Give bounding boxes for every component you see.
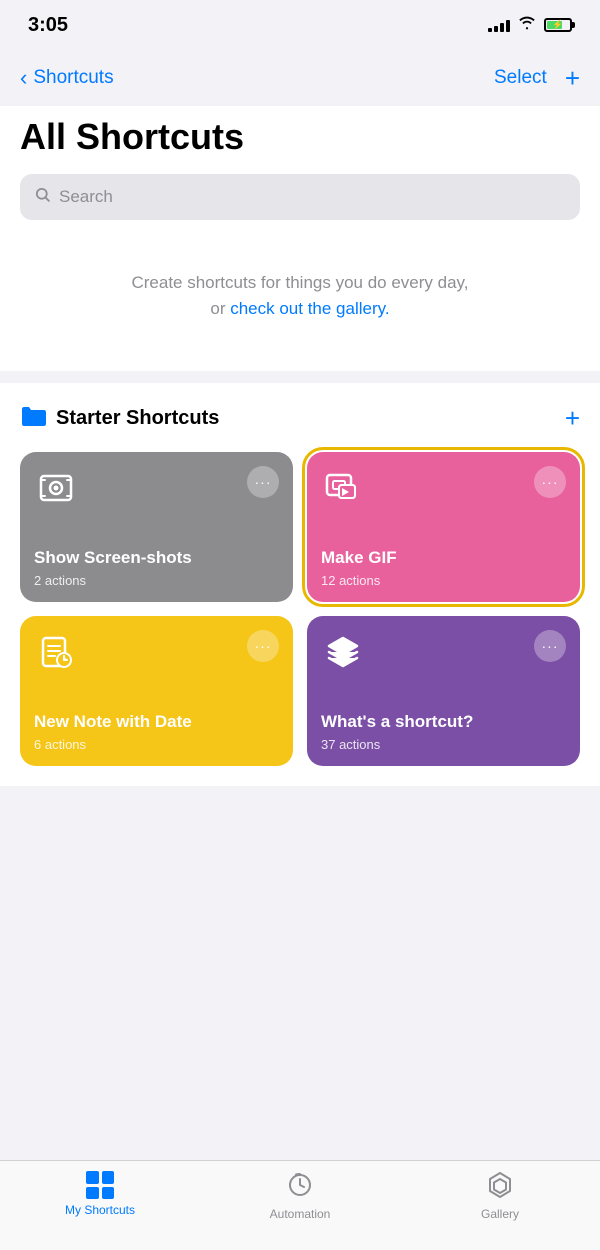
card-top: ··· xyxy=(34,466,279,510)
card-bottom: New Note with Date 6 actions xyxy=(34,711,279,752)
status-icons: ⚡ xyxy=(488,16,572,35)
shortcut-card-new-note-date[interactable]: ··· New Note with Date 6 actions xyxy=(20,616,293,766)
tab-gallery[interactable]: Gallery xyxy=(400,1171,600,1221)
card-top: ··· xyxy=(321,630,566,674)
gif-icon xyxy=(321,466,365,510)
section-add-button[interactable]: + xyxy=(565,403,580,434)
empty-state: Create shortcuts for things you do every… xyxy=(20,240,580,351)
nav-actions: Select + xyxy=(494,63,580,94)
signal-icon xyxy=(488,18,510,32)
shortcuts-grid: ··· Show Screen-shots 2 actions xyxy=(20,452,580,766)
section-title-group: Starter Shortcuts xyxy=(20,405,219,433)
card-bottom: What's a shortcut? 37 actions xyxy=(321,711,566,752)
gallery-link[interactable]: check out the gallery. xyxy=(230,299,389,318)
gallery-icon xyxy=(486,1171,514,1203)
status-bar: 3:05 ⚡ xyxy=(0,0,600,50)
back-label: Shortcuts xyxy=(33,67,113,89)
search-placeholder: Search xyxy=(59,187,113,207)
back-chevron-icon: ‹ xyxy=(20,65,27,91)
card-actions: 12 actions xyxy=(321,573,566,588)
shortcut-card-show-screenshots[interactable]: ··· Show Screen-shots 2 actions xyxy=(20,452,293,602)
shortcut-card-make-gif[interactable]: ··· Make GIF 12 actions xyxy=(307,452,580,602)
card-more-button[interactable]: ··· xyxy=(247,630,279,662)
tab-automation-label: Automation xyxy=(270,1207,331,1221)
select-button[interactable]: Select xyxy=(494,67,547,89)
tab-my-shortcuts-label: My Shortcuts xyxy=(65,1203,135,1217)
card-title: New Note with Date xyxy=(34,711,279,733)
main-content: All Shortcuts Search Create shortcuts fo… xyxy=(0,106,600,371)
tab-my-shortcuts[interactable]: My Shortcuts xyxy=(0,1171,200,1217)
card-title: What's a shortcut? xyxy=(321,711,566,733)
add-shortcut-button[interactable]: + xyxy=(565,63,580,94)
card-bottom: Make GIF 12 actions xyxy=(321,547,566,588)
search-icon xyxy=(34,186,51,208)
layers-icon xyxy=(321,630,365,674)
battery-icon: ⚡ xyxy=(544,18,572,32)
folder-icon xyxy=(20,405,46,433)
card-actions: 6 actions xyxy=(34,737,279,752)
card-more-button[interactable]: ··· xyxy=(247,466,279,498)
back-button[interactable]: ‹ Shortcuts xyxy=(20,65,114,91)
search-bar[interactable]: Search xyxy=(20,174,580,220)
card-bottom: Show Screen-shots 2 actions xyxy=(34,547,279,588)
automation-icon xyxy=(286,1171,314,1203)
screenshot-icon xyxy=(34,466,78,510)
card-title: Show Screen-shots xyxy=(34,547,279,569)
section-title: Starter Shortcuts xyxy=(56,407,219,430)
page-title: All Shortcuts xyxy=(20,116,580,158)
nav-bar: ‹ Shortcuts Select + xyxy=(0,50,600,106)
my-shortcuts-icon xyxy=(86,1171,114,1199)
card-title: Make GIF xyxy=(321,547,566,569)
card-actions: 37 actions xyxy=(321,737,566,752)
empty-line2: or xyxy=(210,299,230,318)
card-top: ··· xyxy=(321,466,566,510)
empty-line1: Create shortcuts for things you do every… xyxy=(131,273,468,292)
card-actions: 2 actions xyxy=(34,573,279,588)
starter-shortcuts-section: Starter Shortcuts + ··· Show Screen-shot… xyxy=(0,383,600,786)
card-top: ··· xyxy=(34,630,279,674)
wifi-icon xyxy=(518,16,536,35)
section-divider xyxy=(0,371,600,383)
status-time: 3:05 xyxy=(28,14,68,37)
note-icon xyxy=(34,630,78,674)
tab-automation[interactable]: Automation xyxy=(200,1171,400,1221)
card-more-button[interactable]: ··· xyxy=(534,466,566,498)
section-header: Starter Shortcuts + xyxy=(20,403,580,434)
tab-gallery-label: Gallery xyxy=(481,1207,519,1221)
tab-bar: My Shortcuts Automation Gallery xyxy=(0,1160,600,1250)
shortcut-card-whats-shortcut[interactable]: ··· What's a shortcut? 37 actions xyxy=(307,616,580,766)
card-more-button[interactable]: ··· xyxy=(534,630,566,662)
